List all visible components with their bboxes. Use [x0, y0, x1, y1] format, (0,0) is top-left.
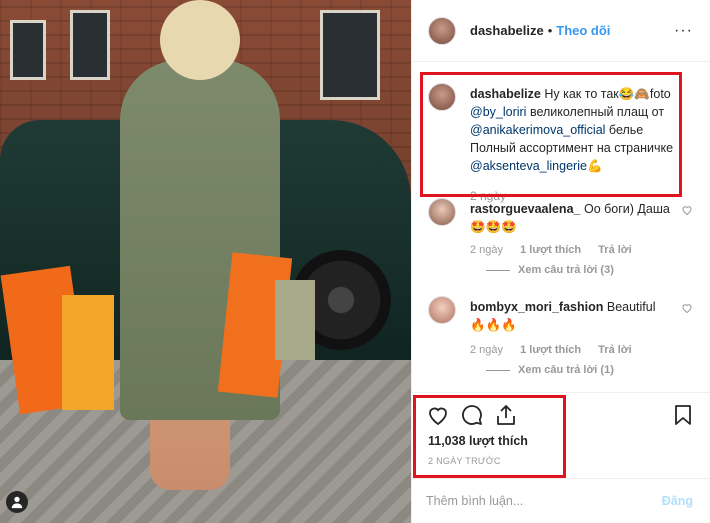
highlight-box-caption: [420, 72, 682, 197]
comment-input[interactable]: [426, 491, 646, 511]
window: [320, 10, 380, 100]
avatar[interactable]: [428, 198, 456, 226]
comment-username[interactable]: rastorguevaalena_: [470, 202, 580, 216]
comment-like-icon[interactable]: [681, 204, 693, 216]
header-username[interactable]: dashabelize: [470, 23, 544, 38]
user-tag-icon[interactable]: [6, 491, 28, 513]
comment-username[interactable]: bombyx_mori_fashion: [470, 300, 603, 314]
more-options-icon[interactable]: ···: [674, 22, 693, 40]
shopping-bag: [62, 295, 114, 410]
follow-button[interactable]: Theo dõi: [556, 23, 610, 38]
comment-meta: 2 ngày 1 lượt thích Trả lời: [470, 344, 646, 356]
reply-button[interactable]: Trả lời: [598, 244, 632, 256]
comment-time[interactable]: 2 ngày: [470, 244, 503, 256]
comment-text: rastorguevaalena_ Оо боги) Даша 🤩🤩🤩: [470, 200, 670, 236]
view-replies-button[interactable]: Xem câu trả lời (1): [486, 364, 614, 376]
handbag: [275, 280, 315, 360]
avatar[interactable]: [428, 296, 456, 324]
person-icon: [11, 496, 23, 509]
comment-likes[interactable]: 1 lượt thích: [520, 344, 581, 356]
view-replies-button[interactable]: Xem câu trả lời (3): [486, 264, 614, 276]
post-header: dashabelize • Theo dõi ···: [412, 0, 710, 62]
comment-likes[interactable]: 1 lượt thích: [520, 244, 581, 256]
comment-text: bombyx_mori_fashion Beautiful 🔥🔥🔥: [470, 298, 670, 334]
divider: [412, 392, 710, 393]
window: [70, 10, 110, 80]
post-photo[interactable]: [0, 0, 411, 523]
bookmark-icon[interactable]: [671, 403, 695, 427]
post-comment-button[interactable]: Đăng: [662, 494, 693, 508]
separator-dot: •: [547, 23, 553, 38]
reply-button[interactable]: Trả lời: [598, 344, 632, 356]
highlight-box-likes: [413, 395, 566, 478]
comment-like-icon[interactable]: [681, 302, 693, 314]
comment-meta: 2 ngày 1 lượt thích Trả lời: [470, 244, 646, 256]
model-head: [160, 0, 240, 80]
comment-form: Đăng: [412, 478, 710, 523]
window: [10, 20, 46, 80]
avatar[interactable]: [428, 16, 456, 45]
comment-time[interactable]: 2 ngày: [470, 344, 503, 356]
